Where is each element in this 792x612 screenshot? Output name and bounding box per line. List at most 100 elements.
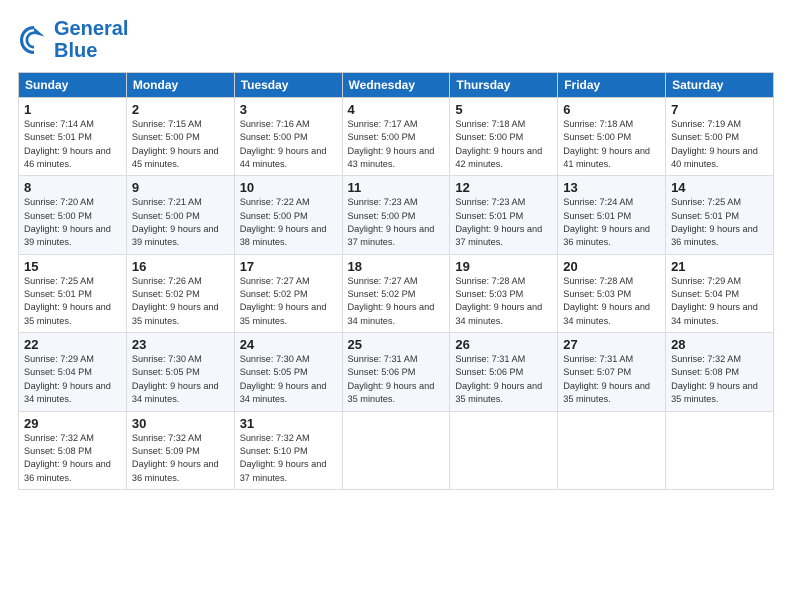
daylight-label: Daylight: 9 hours and 34 minutes. bbox=[455, 302, 542, 325]
calendar-cell: 2 Sunrise: 7:15 AM Sunset: 5:00 PM Dayli… bbox=[126, 98, 234, 176]
day-info: Sunrise: 7:20 AM Sunset: 5:00 PM Dayligh… bbox=[24, 196, 121, 249]
calendar-cell: 29 Sunrise: 7:32 AM Sunset: 5:08 PM Dayl… bbox=[19, 411, 127, 489]
sunrise-label: Sunrise: 7:18 AM bbox=[563, 119, 633, 129]
daylight-label: Daylight: 9 hours and 39 minutes. bbox=[132, 224, 219, 247]
sunrise-label: Sunrise: 7:18 AM bbox=[455, 119, 525, 129]
calendar-cell: 1 Sunrise: 7:14 AM Sunset: 5:01 PM Dayli… bbox=[19, 98, 127, 176]
sunset-label: Sunset: 5:06 PM bbox=[348, 367, 416, 377]
sunset-label: Sunset: 5:09 PM bbox=[132, 446, 200, 456]
daylight-label: Daylight: 9 hours and 36 minutes. bbox=[563, 224, 650, 247]
day-info: Sunrise: 7:18 AM Sunset: 5:00 PM Dayligh… bbox=[563, 118, 660, 171]
sunrise-label: Sunrise: 7:15 AM bbox=[132, 119, 202, 129]
calendar-cell bbox=[558, 411, 666, 489]
sunrise-label: Sunrise: 7:26 AM bbox=[132, 276, 202, 286]
day-info: Sunrise: 7:18 AM Sunset: 5:00 PM Dayligh… bbox=[455, 118, 552, 171]
day-number: 26 bbox=[455, 337, 552, 352]
sunset-label: Sunset: 5:03 PM bbox=[563, 289, 631, 299]
day-info: Sunrise: 7:32 AM Sunset: 5:08 PM Dayligh… bbox=[24, 432, 121, 485]
daylight-label: Daylight: 9 hours and 35 minutes. bbox=[24, 302, 111, 325]
day-number: 29 bbox=[24, 416, 121, 431]
sunset-label: Sunset: 5:00 PM bbox=[240, 132, 308, 142]
sunset-label: Sunset: 5:00 PM bbox=[240, 211, 308, 221]
sunset-label: Sunset: 5:01 PM bbox=[455, 211, 523, 221]
day-number: 1 bbox=[24, 102, 121, 117]
day-info: Sunrise: 7:14 AM Sunset: 5:01 PM Dayligh… bbox=[24, 118, 121, 171]
sunset-label: Sunset: 5:01 PM bbox=[24, 289, 92, 299]
day-info: Sunrise: 7:24 AM Sunset: 5:01 PM Dayligh… bbox=[563, 196, 660, 249]
day-number: 8 bbox=[24, 180, 121, 195]
daylight-label: Daylight: 9 hours and 46 minutes. bbox=[24, 146, 111, 169]
sunrise-label: Sunrise: 7:25 AM bbox=[24, 276, 94, 286]
sunrise-label: Sunrise: 7:24 AM bbox=[563, 197, 633, 207]
sunset-label: Sunset: 5:06 PM bbox=[455, 367, 523, 377]
sunrise-label: Sunrise: 7:31 AM bbox=[455, 354, 525, 364]
daylight-label: Daylight: 9 hours and 36 minutes. bbox=[132, 459, 219, 482]
sunrise-label: Sunrise: 7:32 AM bbox=[132, 433, 202, 443]
sunrise-label: Sunrise: 7:17 AM bbox=[348, 119, 418, 129]
daylight-label: Daylight: 9 hours and 42 minutes. bbox=[455, 146, 542, 169]
calendar-cell: 27 Sunrise: 7:31 AM Sunset: 5:07 PM Dayl… bbox=[558, 333, 666, 411]
sunrise-label: Sunrise: 7:32 AM bbox=[671, 354, 741, 364]
day-info: Sunrise: 7:15 AM Sunset: 5:00 PM Dayligh… bbox=[132, 118, 229, 171]
sunrise-label: Sunrise: 7:29 AM bbox=[24, 354, 94, 364]
day-info: Sunrise: 7:19 AM Sunset: 5:00 PM Dayligh… bbox=[671, 118, 768, 171]
sunrise-label: Sunrise: 7:28 AM bbox=[455, 276, 525, 286]
day-number: 7 bbox=[671, 102, 768, 117]
daylight-label: Daylight: 9 hours and 37 minutes. bbox=[348, 224, 435, 247]
day-info: Sunrise: 7:31 AM Sunset: 5:07 PM Dayligh… bbox=[563, 353, 660, 406]
sunset-label: Sunset: 5:08 PM bbox=[671, 367, 739, 377]
sunset-label: Sunset: 5:00 PM bbox=[348, 132, 416, 142]
calendar-cell: 8 Sunrise: 7:20 AM Sunset: 5:00 PM Dayli… bbox=[19, 176, 127, 254]
day-number: 21 bbox=[671, 259, 768, 274]
sunset-label: Sunset: 5:00 PM bbox=[132, 211, 200, 221]
calendar-cell: 10 Sunrise: 7:22 AM Sunset: 5:00 PM Dayl… bbox=[234, 176, 342, 254]
sunset-label: Sunset: 5:00 PM bbox=[24, 211, 92, 221]
calendar-cell bbox=[666, 411, 774, 489]
sunset-label: Sunset: 5:02 PM bbox=[132, 289, 200, 299]
daylight-label: Daylight: 9 hours and 45 minutes. bbox=[132, 146, 219, 169]
day-info: Sunrise: 7:31 AM Sunset: 5:06 PM Dayligh… bbox=[348, 353, 445, 406]
sunset-label: Sunset: 5:10 PM bbox=[240, 446, 308, 456]
calendar-cell: 25 Sunrise: 7:31 AM Sunset: 5:06 PM Dayl… bbox=[342, 333, 450, 411]
logo-text: General Blue bbox=[54, 18, 128, 62]
daylight-label: Daylight: 9 hours and 38 minutes. bbox=[240, 224, 327, 247]
sunrise-label: Sunrise: 7:21 AM bbox=[132, 197, 202, 207]
sunrise-label: Sunrise: 7:23 AM bbox=[455, 197, 525, 207]
calendar-cell: 12 Sunrise: 7:23 AM Sunset: 5:01 PM Dayl… bbox=[450, 176, 558, 254]
day-number: 23 bbox=[132, 337, 229, 352]
daylight-label: Daylight: 9 hours and 35 minutes. bbox=[455, 381, 542, 404]
day-number: 25 bbox=[348, 337, 445, 352]
sunrise-label: Sunrise: 7:29 AM bbox=[671, 276, 741, 286]
sunrise-label: Sunrise: 7:27 AM bbox=[240, 276, 310, 286]
calendar-cell: 7 Sunrise: 7:19 AM Sunset: 5:00 PM Dayli… bbox=[666, 98, 774, 176]
day-info: Sunrise: 7:25 AM Sunset: 5:01 PM Dayligh… bbox=[671, 196, 768, 249]
calendar-cell: 3 Sunrise: 7:16 AM Sunset: 5:00 PM Dayli… bbox=[234, 98, 342, 176]
day-number: 30 bbox=[132, 416, 229, 431]
day-number: 4 bbox=[348, 102, 445, 117]
day-number: 20 bbox=[563, 259, 660, 274]
sunset-label: Sunset: 5:01 PM bbox=[671, 211, 739, 221]
sunrise-label: Sunrise: 7:32 AM bbox=[24, 433, 94, 443]
calendar-cell bbox=[342, 411, 450, 489]
day-info: Sunrise: 7:30 AM Sunset: 5:05 PM Dayligh… bbox=[132, 353, 229, 406]
calendar-cell: 18 Sunrise: 7:27 AM Sunset: 5:02 PM Dayl… bbox=[342, 254, 450, 332]
day-info: Sunrise: 7:31 AM Sunset: 5:06 PM Dayligh… bbox=[455, 353, 552, 406]
col-header-monday: Monday bbox=[126, 73, 234, 98]
day-info: Sunrise: 7:23 AM Sunset: 5:00 PM Dayligh… bbox=[348, 196, 445, 249]
col-header-tuesday: Tuesday bbox=[234, 73, 342, 98]
sunset-label: Sunset: 5:05 PM bbox=[132, 367, 200, 377]
col-header-friday: Friday bbox=[558, 73, 666, 98]
sunset-label: Sunset: 5:05 PM bbox=[240, 367, 308, 377]
sunrise-label: Sunrise: 7:30 AM bbox=[132, 354, 202, 364]
calendar-cell: 13 Sunrise: 7:24 AM Sunset: 5:01 PM Dayl… bbox=[558, 176, 666, 254]
sunset-label: Sunset: 5:01 PM bbox=[24, 132, 92, 142]
day-number: 18 bbox=[348, 259, 445, 274]
daylight-label: Daylight: 9 hours and 43 minutes. bbox=[348, 146, 435, 169]
sunrise-label: Sunrise: 7:31 AM bbox=[348, 354, 418, 364]
logo-icon bbox=[18, 24, 50, 56]
calendar-cell: 5 Sunrise: 7:18 AM Sunset: 5:00 PM Dayli… bbox=[450, 98, 558, 176]
day-info: Sunrise: 7:30 AM Sunset: 5:05 PM Dayligh… bbox=[240, 353, 337, 406]
daylight-label: Daylight: 9 hours and 34 minutes. bbox=[132, 381, 219, 404]
daylight-label: Daylight: 9 hours and 34 minutes. bbox=[563, 302, 650, 325]
sunrise-label: Sunrise: 7:30 AM bbox=[240, 354, 310, 364]
